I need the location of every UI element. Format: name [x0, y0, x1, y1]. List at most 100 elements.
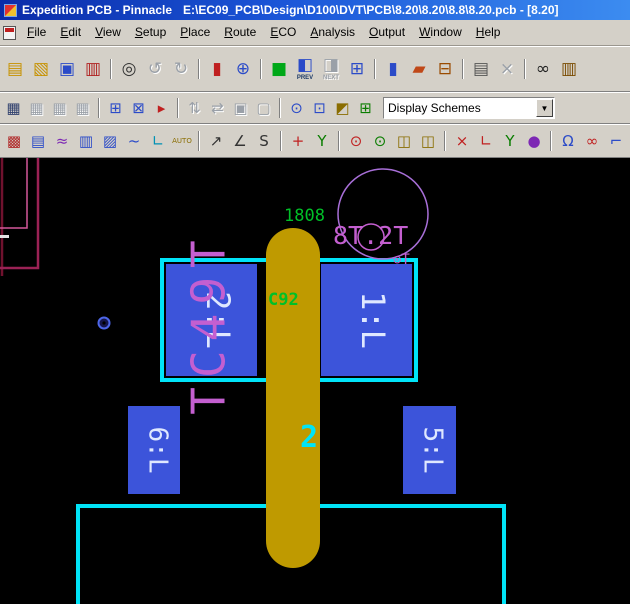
title-bar[interactable]: Expedition PCB - Pinnacle E:\EC09_PCB\De…	[0, 0, 630, 20]
net-colors-button[interactable]: ▩	[2, 128, 26, 154]
layer-sets-button[interactable]: ▤	[26, 128, 50, 154]
combo-dropdown-arrow[interactable]: ▼	[536, 99, 553, 117]
layer-stack-icon: ▮	[388, 58, 398, 79]
zoom-area-button[interactable]: ⊞	[344, 54, 370, 84]
net-properties-button[interactable]: ▦	[2, 96, 25, 120]
menu-file[interactable]: File	[20, 22, 53, 43]
plot-button[interactable]: ▥	[80, 54, 106, 84]
delete-button: ×	[494, 54, 520, 84]
silkscreen-text-small[interactable]: ⊙T	[393, 252, 410, 268]
silkscreen-text-left[interactable]: TC49T	[182, 231, 236, 414]
plot-icon: ▥	[84, 58, 102, 79]
add-grid-button[interactable]: ⊞	[354, 96, 377, 120]
plow-button[interactable]: +	[286, 128, 310, 154]
display-control-button[interactable]: ■	[266, 54, 292, 84]
layer-stack-button[interactable]: ▮	[380, 54, 406, 84]
search-button[interactable]: ◎	[116, 54, 142, 84]
angle-route-button[interactable]: ∠	[228, 128, 252, 154]
skew-match-button[interactable]: ↗	[204, 128, 228, 154]
menu-setup[interactable]: Setup	[128, 22, 173, 43]
menu-eco[interactable]: ECO	[263, 22, 303, 43]
menu-output[interactable]: Output	[362, 22, 412, 43]
origin-tick	[0, 235, 9, 238]
save-button[interactable]: ▣	[54, 54, 80, 84]
color-scheme-button[interactable]: ▰	[406, 54, 432, 84]
edit-grids-button[interactable]: ⊞	[104, 96, 127, 120]
shield-route-button[interactable]: ◫	[416, 128, 440, 154]
toolbar-separator	[338, 131, 340, 151]
refdes-label[interactable]: C92	[268, 290, 299, 310]
part-editor-button[interactable]: ⊕	[230, 54, 256, 84]
push-trace-button: ⇅	[183, 96, 206, 120]
thermometer-button[interactable]: ▮	[204, 54, 230, 84]
corner-red-icon: ∟	[479, 131, 493, 150]
menu-window[interactable]: Window	[412, 22, 469, 43]
previous-view-button[interactable]: ◧ PREV	[292, 54, 318, 84]
corner-route-button[interactable]: ∟	[146, 128, 170, 154]
report-icon: ▤	[472, 58, 490, 79]
serpentine-button[interactable]: S	[252, 128, 276, 154]
auto-route-icon: AUTO	[172, 136, 192, 145]
up-route-button[interactable]: ⌐	[604, 128, 628, 154]
measure-icon: ⊟	[437, 58, 453, 79]
corner-route-icon: ∟	[151, 131, 165, 150]
zoom-area-icon: ⊞	[349, 58, 365, 79]
swap-trace-button: ⇄	[206, 96, 229, 120]
jumper-button[interactable]: Ω	[556, 128, 580, 154]
save-icon: ▣	[58, 58, 76, 79]
measure-button[interactable]: ⊟	[432, 54, 458, 84]
push-trace-icon: ⇅	[188, 98, 201, 117]
serpentine-icon: S	[259, 131, 269, 150]
pin-red-button[interactable]: ⊙	[344, 128, 368, 154]
tune-net-button[interactable]: Y	[310, 128, 334, 154]
board-corner-trace[interactable]	[0, 158, 40, 270]
bow-tie-button[interactable]: ∞	[580, 128, 604, 154]
menu-help[interactable]: Help	[469, 22, 508, 43]
drc-flag-button[interactable]: ▸	[150, 96, 173, 120]
display-schemes-combobox[interactable]: Display Schemes ▼	[383, 97, 555, 119]
pad-entry-button[interactable]: ⊡	[308, 96, 331, 120]
tuning-curves-button[interactable]: ~	[122, 128, 146, 154]
route-grid-button[interactable]: ⊠	[127, 96, 150, 120]
signal-waves-button[interactable]: ≈	[50, 128, 74, 154]
pin-number-label[interactable]: 2	[300, 420, 318, 455]
via-purple-button[interactable]: ●	[522, 128, 546, 154]
silkscreen-text-top[interactable]: 8T.2T	[333, 221, 408, 250]
pin-select-button[interactable]: ⊙	[285, 96, 308, 120]
pcb-canvas[interactable]: 2:L 1:L 6:L 5:L TC49T 8T.2T ⊙T 1808 C92 …	[0, 158, 630, 604]
inner-corner-trace[interactable]	[0, 158, 28, 229]
menu-place[interactable]: Place	[173, 22, 217, 43]
auto-route-button[interactable]: AUTO	[170, 128, 194, 154]
find-binoculars-button[interactable]: ∞	[530, 54, 556, 84]
document-icon[interactable]	[3, 25, 16, 40]
open-design-button[interactable]: ▤	[2, 54, 28, 84]
menu-route[interactable]: Route	[217, 22, 263, 43]
lock-cell-button[interactable]: ◩	[331, 96, 354, 120]
report-button[interactable]: ▤	[468, 54, 494, 84]
library-button[interactable]: ▥	[556, 54, 582, 84]
plane-shapes-button[interactable]: ▥	[74, 128, 98, 154]
menu-analysis[interactable]: Analysis	[303, 22, 362, 43]
pin-green-icon: ⊙	[373, 131, 387, 150]
file-viewer-button[interactable]: ▧	[28, 54, 54, 84]
pad-6-label: 6:L	[143, 427, 173, 474]
toolbar-separator	[524, 59, 526, 79]
document-path: E:\EC09_PCB\Design\D100\DVT\PCB\8.20\8.2…	[183, 3, 559, 17]
place-cells-button: ▦	[48, 96, 71, 120]
pin-green-button[interactable]: ⊙	[368, 128, 392, 154]
toolbar-separator	[280, 131, 282, 151]
hatch-fill-button[interactable]: ▨	[98, 128, 122, 154]
corner-red-button[interactable]: ∟	[474, 128, 498, 154]
undo-icon: ↺	[147, 58, 163, 79]
delete-route-button[interactable]: ×	[450, 128, 474, 154]
next-view-button: ◨ NEXT	[318, 54, 344, 84]
footprint-label[interactable]: 1808	[284, 206, 325, 226]
menu-edit[interactable]: Edit	[53, 22, 88, 43]
pin-select-icon: ⊙	[290, 98, 303, 117]
lock-route-button[interactable]: ◫	[392, 128, 416, 154]
hatch-fill-icon: ▨	[102, 131, 118, 150]
file-viewer-icon: ▧	[32, 58, 50, 79]
component-body-capsule[interactable]	[266, 228, 320, 568]
menu-view[interactable]: View	[88, 22, 128, 43]
tee-route-button[interactable]: Y	[498, 128, 522, 154]
